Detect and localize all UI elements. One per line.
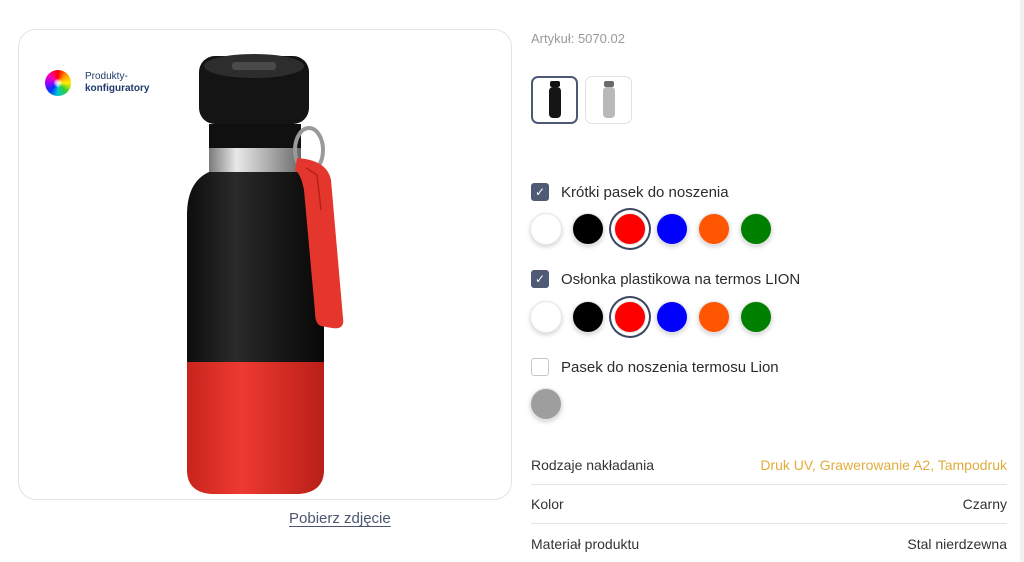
swatch-red[interactable] — [614, 213, 646, 245]
swatch-white[interactable] — [530, 213, 562, 245]
option-plastic-cover[interactable]: ✓ Osłonka plastikowa na termos LION — [531, 270, 800, 288]
bottle-thumbnail-icon — [548, 81, 561, 118]
option-short-strap[interactable]: ✓ Krótki pasek do noszenia — [531, 183, 729, 201]
option-label: Osłonka plastikowa na termos LION — [561, 270, 801, 288]
swatch-gray[interactable] — [530, 388, 562, 420]
product-photo — [169, 50, 369, 495]
product-image-card: Produkty- konfiguratory — [18, 29, 512, 500]
spec-row-material: Materiał produktu Stal nierdzewna — [531, 524, 1007, 562]
spec-key: Kolor — [531, 496, 564, 512]
variant-thumbnails — [531, 76, 632, 124]
spec-key: Rodzaje nakładania — [531, 457, 654, 473]
color-swatches-short-strap — [530, 213, 772, 245]
swatch-blue[interactable] — [656, 213, 688, 245]
swatch-green[interactable] — [740, 213, 772, 245]
checkbox-lion-strap[interactable] — [531, 358, 549, 376]
spec-row-color: Kolor Czarny — [531, 485, 1007, 524]
spec-value: Czarny — [962, 496, 1007, 512]
option-label: Krótki pasek do noszenia — [561, 183, 729, 201]
spec-row-application: Rodzaje nakładania Druk UV, Grawerowanie… — [531, 446, 1007, 485]
badge-label-line2: konfiguratory — [85, 83, 150, 94]
option-lion-strap[interactable]: Pasek do noszenia termosu Lion — [531, 358, 779, 376]
color-swatches-plastic-cover — [530, 301, 772, 333]
swatch-orange[interactable] — [698, 301, 730, 333]
swatch-red[interactable] — [614, 301, 646, 333]
product-specs-table: Rodzaje nakładania Druk UV, Grawerowanie… — [531, 446, 1007, 562]
swatch-orange[interactable] — [698, 213, 730, 245]
swatch-black[interactable] — [572, 301, 604, 333]
spec-key: Materiał produktu — [531, 535, 640, 552]
configurator-badge: Produkty- konfiguratory — [45, 70, 149, 96]
scrollbar-track[interactable] — [1020, 0, 1024, 562]
swatch-green[interactable] — [740, 301, 772, 333]
swatch-blue[interactable] — [656, 301, 688, 333]
option-label: Pasek do noszenia termosu Lion — [561, 358, 779, 376]
thermos-bottle-icon — [187, 54, 344, 494]
swatch-white[interactable] — [530, 301, 562, 333]
thumbnail-silver-variant[interactable] — [585, 76, 632, 124]
article-number: Artykuł: 5070.02 — [531, 31, 625, 46]
spec-value-link[interactable]: Druk UV, Grawerowanie A2, Tampodruk — [760, 457, 1007, 473]
badge-label-line1: Produkty- — [85, 71, 128, 82]
bottle-thumbnail-icon — [602, 81, 615, 118]
spec-value: Stal nierdzewna — [907, 535, 1007, 552]
checkbox-short-strap[interactable]: ✓ — [531, 183, 549, 201]
thumbnail-black-variant[interactable] — [531, 76, 578, 124]
checkbox-plastic-cover[interactable]: ✓ — [531, 270, 549, 288]
color-swatches-lion-strap — [530, 388, 562, 420]
color-wheel-icon — [45, 70, 71, 96]
download-image-link[interactable]: Pobierz zdjęcie — [289, 510, 391, 527]
swatch-black[interactable] — [572, 213, 604, 245]
